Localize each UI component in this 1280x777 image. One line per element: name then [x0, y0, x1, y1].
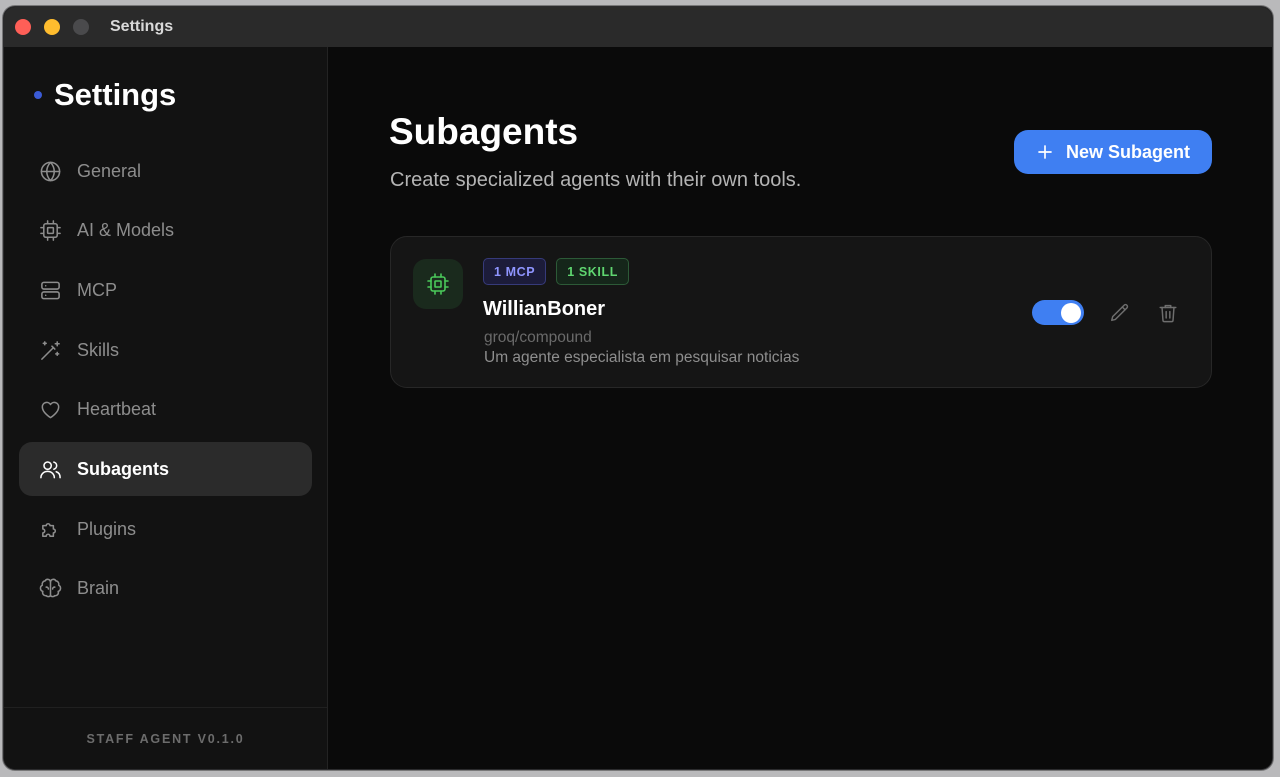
sidebar-item-heartbeat[interactable]: Heartbeat — [19, 383, 312, 437]
app-version: STAFF AGENT V0.1.0 — [86, 731, 245, 746]
magic-wand-icon — [41, 340, 60, 360]
sidebar-item-mcp[interactable]: MCP — [19, 263, 312, 317]
sidebar-item-general[interactable]: General — [19, 144, 312, 198]
settings-window: Settings Settings General AI & Models MC… — [3, 6, 1273, 770]
sidebar-item-label: Plugins — [77, 518, 137, 539]
pencil-icon — [1111, 303, 1129, 322]
chip-icon — [40, 220, 61, 242]
new-subagent-label: New Subagent — [1065, 141, 1190, 162]
sidebar-item-subagents[interactable]: Subagents — [19, 442, 312, 497]
puzzle-icon — [42, 522, 57, 537]
sidebar-item-label: General — [77, 160, 142, 181]
sidebar: Settings General AI & Models MCP Skills … — [4, 47, 328, 769]
trash-icon — [1159, 304, 1177, 323]
heart-icon — [41, 401, 60, 419]
sidebar-item-label: Heartbeat — [77, 399, 157, 420]
close-window-button[interactable] — [15, 19, 31, 35]
sidebar-item-label: MCP — [77, 279, 117, 300]
main-content: Subagents Create specialized agents with… — [329, 47, 1272, 769]
agent-description: Um agente especialista em pesquisar noti… — [484, 349, 800, 366]
window-title: Settings — [110, 18, 174, 35]
agent-model: groq/compound — [484, 329, 592, 346]
brain-icon — [39, 578, 62, 598]
page-title: Subagents — [389, 111, 579, 152]
new-subagent-button[interactable]: New Subagent — [1014, 130, 1212, 174]
sidebar-item-skills[interactable]: Skills — [19, 323, 312, 377]
sidebar-heading: Settings — [34, 77, 176, 113]
minimize-window-button[interactable] — [44, 19, 60, 35]
sidebar-item-label: Brain — [77, 578, 120, 599]
sidebar-item-ai-models[interactable]: AI & Models — [19, 204, 312, 258]
agent-enabled-toggle[interactable] — [1032, 300, 1084, 325]
sidebar-title: Settings — [54, 77, 177, 112]
sidebar-item-label: Skills — [77, 339, 120, 360]
zoom-window-button[interactable] — [73, 19, 89, 35]
sidebar-item-brain[interactable]: Brain — [19, 562, 312, 616]
status-dot — [34, 91, 42, 99]
settings-nav: General AI & Models MCP Skills Heartbeat… — [19, 144, 312, 622]
title-bar: Settings — [4, 7, 1272, 47]
chip-icon — [427, 273, 449, 295]
edit-agent-button[interactable] — [1106, 299, 1134, 327]
skill-count-badge: 1 SKILL — [556, 258, 629, 285]
delete-agent-button[interactable] — [1154, 299, 1182, 327]
agent-badges: 1 MCP 1 SKILL — [483, 258, 639, 285]
mcp-count-badge: 1 MCP — [483, 258, 547, 285]
sidebar-item-label: AI & Models — [77, 220, 175, 241]
server-icon — [41, 281, 60, 300]
sidebar-item-plugins[interactable]: Plugins — [19, 502, 312, 556]
globe-icon — [40, 161, 61, 181]
sidebar-footer: STAFF AGENT V0.1.0 — [4, 707, 327, 769]
agent-name: WillianBoner — [483, 298, 606, 320]
subagent-card[interactable]: 1 MCP 1 SKILL WillianBoner groq/compound… — [390, 236, 1212, 388]
page-subtitle: Create specialized agents with their own… — [390, 169, 802, 191]
sidebar-item-label: Subagents — [77, 458, 170, 479]
toggle-knob — [1061, 302, 1081, 323]
agent-avatar — [413, 259, 463, 309]
users-icon — [40, 461, 61, 479]
plus-icon — [1038, 145, 1052, 159]
